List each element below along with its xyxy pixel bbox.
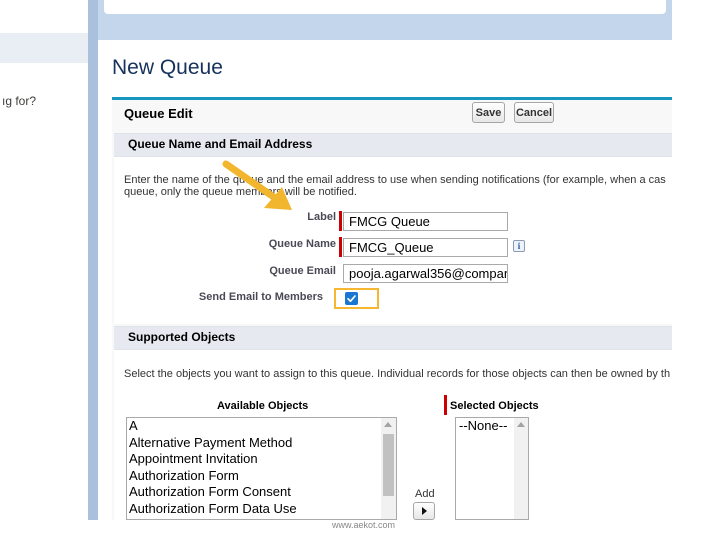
page-title: New Queue	[112, 56, 223, 79]
cancel-button[interactable]: Cancel	[514, 102, 554, 123]
section-header-supported-objects: Supported Objects	[114, 326, 672, 350]
section-title-name-email: Queue Name and Email Address	[128, 137, 313, 151]
annotation-arrow-icon	[222, 160, 292, 210]
scroll-up-icon[interactable]	[517, 422, 525, 427]
scrollbar[interactable]	[381, 418, 396, 519]
background-app	[0, 0, 88, 534]
section-description-line1: Enter the name of the queue and the emai…	[124, 174, 666, 186]
search-bar[interactable]	[0, 33, 88, 63]
list-item[interactable]: Alternative Payment Method	[129, 435, 297, 452]
label-input[interactable]: FMCG Queue	[343, 212, 508, 231]
scroll-up-icon[interactable]	[384, 422, 392, 427]
selected-objects-header: Selected Objects	[450, 400, 539, 412]
available-objects-listbox[interactable]: A Alternative Payment Method Appointment…	[126, 417, 397, 520]
selected-objects-listbox[interactable]: --None--	[455, 417, 529, 520]
required-indicator	[339, 237, 342, 257]
queue-email-input[interactable]: pooja.agarwal356@compar	[343, 264, 508, 283]
required-indicator	[339, 211, 342, 231]
scrollbar[interactable]	[514, 418, 528, 519]
label-field-label: Label	[307, 211, 336, 223]
required-indicator	[444, 395, 447, 415]
queue-name-input[interactable]: FMCG_Queue	[343, 238, 508, 257]
info-icon[interactable]: i	[513, 240, 525, 252]
list-item[interactable]: Authorization Form Consent	[129, 484, 297, 501]
add-arrow-icon[interactable]	[413, 502, 435, 520]
send-email-checkbox[interactable]	[345, 292, 358, 305]
save-button[interactable]: Save	[472, 102, 505, 123]
search-hint-text: ıg for?	[2, 94, 37, 108]
queue-email-label: Queue Email	[269, 265, 336, 277]
section-title-supported-objects: Supported Objects	[128, 330, 236, 344]
checkmark-icon	[347, 295, 356, 303]
section-header-name-email: Queue Name and Email Address	[114, 133, 672, 157]
list-item[interactable]: Authorization Form Data Use	[129, 501, 297, 518]
available-objects-header: Available Objects	[217, 400, 309, 412]
add-label: Add	[415, 488, 435, 500]
scroll-thumb[interactable]	[383, 434, 394, 496]
list-item[interactable]: Appointment Invitation	[129, 451, 297, 468]
queue-name-label: Queue Name	[268, 238, 336, 250]
modal-left-strip	[88, 0, 98, 520]
send-email-label: Send Email to Members	[198, 291, 323, 303]
supported-objects-description: Select the objects you want to assign to…	[124, 368, 671, 380]
watermark: www.aekot.com	[0, 520, 727, 534]
modal-top-card	[104, 0, 666, 14]
list-item[interactable]: --None--	[459, 418, 507, 435]
list-item[interactable]: Authorization Form	[129, 468, 297, 485]
panel-title: Queue Edit	[124, 106, 193, 121]
list-item[interactable]: A	[129, 418, 297, 435]
